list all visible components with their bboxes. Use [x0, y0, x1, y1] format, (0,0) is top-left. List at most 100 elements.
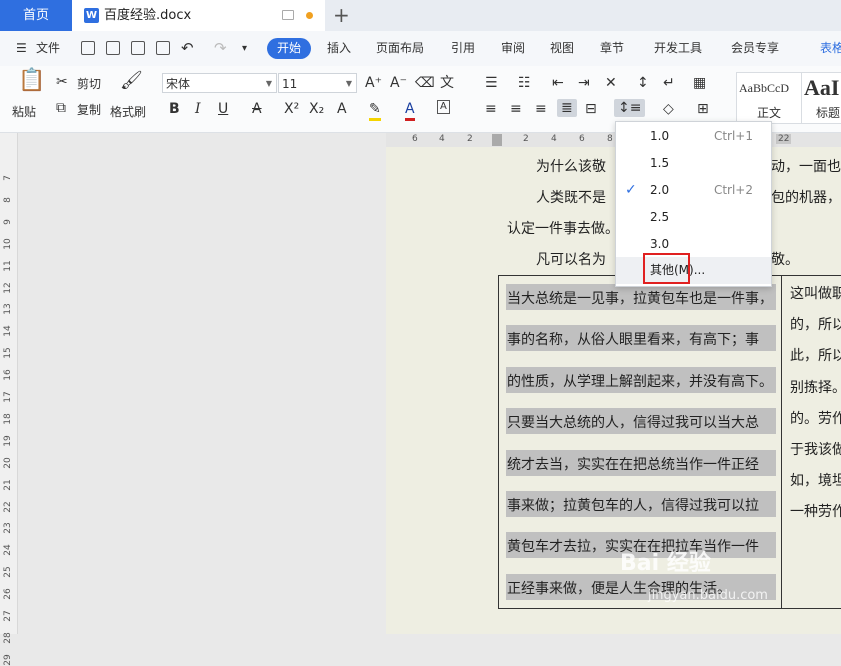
- menu-references[interactable]: 引用: [451, 31, 475, 66]
- decrease-indent-icon[interactable]: ⇤: [552, 74, 564, 92]
- copy-button[interactable]: 复制: [77, 101, 101, 118]
- check-icon: ✓: [625, 182, 637, 198]
- redo-icon[interactable]: ↷: [214, 31, 227, 66]
- ruler-tick: 15: [3, 347, 13, 359]
- print-preview-icon[interactable]: [156, 41, 170, 55]
- align-right-icon[interactable]: ≡: [535, 100, 547, 118]
- table-cell-line: 当大总统是一见事，拉黄包车也是一件事，: [507, 291, 773, 307]
- bold-icon[interactable]: B: [169, 100, 180, 118]
- paste-icon[interactable]: 📋: [18, 70, 45, 92]
- ruler-tick: 7: [3, 175, 13, 181]
- menu-review[interactable]: 审阅: [501, 31, 525, 66]
- export-icon[interactable]: [106, 41, 120, 55]
- format-painter-button[interactable]: 格式刷: [110, 103, 146, 120]
- menu-insert[interactable]: 插入: [327, 31, 351, 66]
- table-cell-line: 别拣择。: [790, 379, 841, 396]
- italic-icon[interactable]: I: [195, 100, 201, 118]
- watermark-logo: Bai 经验: [620, 551, 711, 576]
- menu-member[interactable]: 会员专享: [731, 31, 779, 66]
- table-cell-line: 只要当大总统的人，信得过我可以当大总: [507, 415, 759, 432]
- line-spacing-option[interactable]: 3.0: [616, 231, 771, 258]
- menu-table[interactable]: 表格: [820, 31, 841, 66]
- line-spacing-icon[interactable]: ↕≡: [614, 99, 646, 117]
- line-spacing-option[interactable]: 1.0 Ctrl+1: [616, 123, 771, 150]
- subscript-icon[interactable]: X₂: [309, 100, 324, 118]
- ruler-tick: 4: [439, 134, 445, 144]
- option-shortcut: Ctrl+2: [713, 183, 753, 197]
- char-border-icon[interactable]: A: [437, 100, 450, 114]
- table-cell-line: 事的名称，从俗人眼里看来，有高下；事: [507, 332, 759, 349]
- table-cell-line: 于我该做: [790, 442, 841, 458]
- strikethrough-icon[interactable]: A: [252, 100, 262, 118]
- doc-line: 包的机器，: [771, 190, 841, 206]
- font-name-select[interactable]: 宋体 ▼: [162, 73, 277, 93]
- sort-icon[interactable]: ↕: [637, 74, 649, 92]
- tab-document[interactable]: W 百度经验.docx: [72, 0, 325, 31]
- style-heading[interactable]: AaI 标题: [801, 72, 841, 124]
- annotation-highlight-box: [643, 253, 690, 284]
- numbered-list-icon[interactable]: ☷: [518, 74, 531, 92]
- option-value: 1.0: [650, 129, 670, 143]
- clear-format-icon[interactable]: ⌫: [415, 74, 435, 92]
- font-size-select[interactable]: 11 ▼: [278, 73, 357, 93]
- shrink-font-icon[interactable]: A⁻: [390, 74, 407, 92]
- line-spacing-option[interactable]: 2.5: [616, 204, 771, 231]
- align-left-icon[interactable]: ≡: [485, 100, 497, 118]
- table-icon[interactable]: ▦: [693, 74, 706, 92]
- shading-icon[interactable]: ◇: [663, 100, 674, 118]
- line-spacing-option[interactable]: ✓ 2.0 Ctrl+2: [616, 177, 771, 204]
- cut-button[interactable]: 剪切: [77, 75, 101, 92]
- highlight-icon[interactable]: ✎: [369, 100, 381, 121]
- option-value: 1.5: [650, 156, 670, 170]
- superscript-icon[interactable]: X²: [284, 100, 299, 118]
- ruler-tick: 18: [3, 413, 13, 425]
- justify-icon[interactable]: ≣: [557, 99, 577, 117]
- horizontal-ruler[interactable]: 6 4 2 2 4 6 8 22: [386, 133, 841, 147]
- menu-view[interactable]: 视图: [550, 31, 574, 66]
- indent-marker-icon[interactable]: [492, 134, 502, 146]
- line-spacing-other-option[interactable]: 其他(M)...: [616, 257, 771, 284]
- menu-page-layout[interactable]: 页面布局: [376, 31, 424, 66]
- new-tab-button[interactable]: +: [333, 3, 350, 27]
- copy-icon: ⧉: [56, 100, 66, 116]
- menu-file[interactable]: 文件: [36, 31, 60, 66]
- paste-button[interactable]: 粘贴: [12, 103, 36, 120]
- doc-line: 为什么该敬: [536, 159, 606, 175]
- ruler-tick: 4: [551, 134, 557, 144]
- align-center-icon[interactable]: ≡: [510, 100, 522, 118]
- distributed-icon[interactable]: ⊟: [585, 100, 597, 118]
- underline-icon[interactable]: U: [218, 100, 228, 118]
- save-icon[interactable]: [81, 41, 95, 55]
- line-spacing-dropdown: 1.0 Ctrl+1 1.5 ✓ 2.0 Ctrl+2 2.5 3.0 其他(M…: [615, 121, 772, 287]
- style-normal[interactable]: AaBbCcD 正文: [736, 72, 802, 124]
- increase-indent-icon[interactable]: ⇥: [578, 74, 590, 92]
- grow-font-icon[interactable]: A⁺: [365, 74, 382, 92]
- phonetic-icon[interactable]: 文: [440, 74, 454, 92]
- hamburger-icon[interactable]: ☰: [16, 31, 27, 66]
- font-color-icon[interactable]: A: [405, 100, 415, 121]
- show-marks-icon[interactable]: ↵: [663, 74, 675, 92]
- menu-section[interactable]: 章节: [600, 31, 624, 66]
- tab-home[interactable]: 首页: [0, 0, 72, 31]
- ruler-tick: 27: [3, 610, 13, 622]
- doc-line: 人类既不是: [536, 190, 606, 206]
- menu-bar: ☰ 文件 ↶ ↷ ▾ 开始 插入 页面布局 引用 审阅 视图 章节 开发工具 会…: [0, 31, 841, 66]
- menu-developer[interactable]: 开发工具: [654, 31, 702, 66]
- menu-start[interactable]: 开始: [267, 38, 311, 59]
- ruler-tick: 24: [3, 544, 13, 557]
- scissors-icon: ✂: [56, 74, 68, 90]
- monitor-icon[interactable]: [282, 10, 294, 20]
- table-cell-line: 此，所以: [790, 348, 841, 365]
- line-spacing-option[interactable]: 1.5: [616, 150, 771, 177]
- print-icon[interactable]: [131, 41, 145, 55]
- ruler-tick: 25: [3, 566, 13, 578]
- border-icon[interactable]: ⊞: [697, 100, 709, 118]
- quick-access-more-icon[interactable]: ▾: [242, 31, 247, 66]
- chinese-layout-icon[interactable]: ✕: [605, 74, 617, 92]
- text-effect-icon[interactable]: A: [337, 100, 347, 118]
- undo-icon[interactable]: ↶: [181, 31, 194, 66]
- vertical-ruler[interactable]: 7 8 9 10 11 12 13 14 15 16 17 18 19 20 21 22 23 24 25 26 27 2…: [0, 133, 18, 666]
- bullet-list-icon[interactable]: ☰: [485, 74, 498, 92]
- font-size-value: 11: [282, 77, 298, 91]
- ruler-tick: 16: [3, 369, 13, 381]
